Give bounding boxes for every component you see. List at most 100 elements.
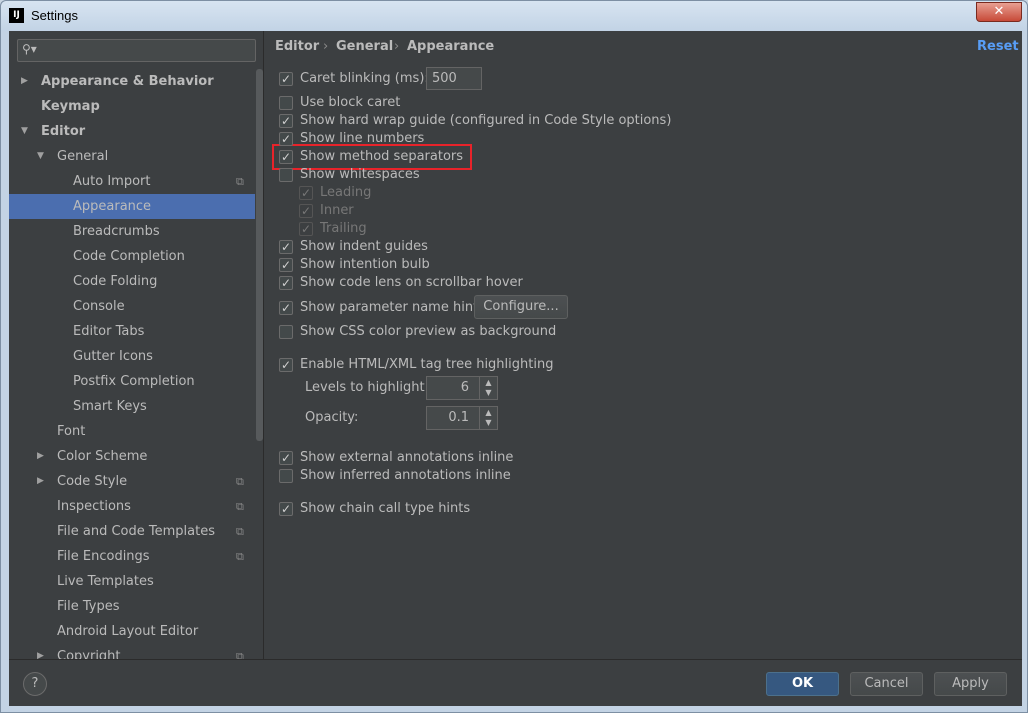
option-label: Show whitespaces (300, 167, 420, 182)
sidebar-item-color-scheme[interactable]: ▶ Color Scheme (9, 444, 255, 469)
checkbox[interactable] (279, 130, 293, 148)
close-button[interactable]: ✕ (976, 2, 1022, 22)
opacity-label: Opacity: (305, 410, 359, 425)
sidebar-item-code-folding[interactable]: Code Folding (9, 269, 255, 294)
option-label: Show code lens on scrollbar hover (300, 275, 523, 290)
option-label: Inner (320, 203, 354, 218)
checkbox[interactable] (279, 256, 293, 274)
collapsed-arrow-icon[interactable]: ▶ (37, 444, 49, 469)
levels-spinner[interactable]: 6 ▲ ▼ (426, 376, 498, 400)
ok-button[interactable]: OK (766, 672, 839, 696)
option-label: Show chain call type hints (300, 501, 471, 516)
checkbox[interactable] (279, 148, 293, 166)
sidebar-item-file-encodings[interactable]: File Encodings ⧉ (9, 544, 255, 569)
checkbox[interactable] (279, 449, 293, 467)
breadcrumb-general[interactable]: General (336, 39, 393, 54)
sidebar-item-label: Code Completion (73, 249, 185, 264)
sidebar-item-label: Postfix Completion (73, 374, 195, 389)
configure-button[interactable]: Configure... (474, 295, 568, 319)
sidebar-item-editor-tabs[interactable]: Editor Tabs (9, 319, 255, 344)
settings-panel: Editor › General › Appearance Reset Care… (265, 31, 1022, 659)
opacity-spinner[interactable]: 0.1 ▲ ▼ (426, 406, 498, 430)
checkbox[interactable] (279, 469, 293, 483)
sidebar-item-label: Code Style (57, 474, 128, 489)
option-label: Show CSS color preview as background (300, 324, 557, 339)
sidebar-item-copyright[interactable]: ▶ Copyright ⧉ (9, 644, 255, 659)
breadcrumb-appearance: Appearance (407, 39, 495, 54)
checkbox[interactable] (279, 96, 293, 110)
sidebar-item-code-completion[interactable]: Code Completion (9, 244, 255, 269)
sidebar-item-appearance-behavior[interactable]: ▶ Appearance & Behavior (9, 69, 255, 94)
sidebar-item-label: Live Templates (57, 574, 154, 589)
sidebar-item-label: Editor (41, 124, 86, 139)
checkbox[interactable] (279, 274, 293, 292)
expanded-arrow-icon[interactable]: ▼ (21, 119, 33, 144)
sidebar-item-label: Font (57, 424, 86, 439)
sidebar-scrollbar[interactable] (256, 69, 263, 441)
caret-blink-ms-field[interactable]: 500 (426, 67, 482, 90)
checkbox[interactable] (279, 112, 293, 130)
option-label: Show external annotations inline (300, 450, 514, 465)
sidebar-item-console[interactable]: Console (9, 294, 255, 319)
checkbox[interactable] (279, 325, 293, 339)
sidebar-item-keymap[interactable]: Keymap (9, 94, 255, 119)
cancel-button[interactable]: Cancel (850, 672, 923, 696)
opacity-value: 0.1 (448, 410, 469, 425)
sidebar-item-smart-keys[interactable]: Smart Keys (9, 394, 255, 419)
spinner-arrows-icon[interactable]: ▲ ▼ (479, 377, 497, 399)
sidebar-item-label: File Types (57, 599, 120, 614)
sidebar-item-code-style[interactable]: ▶ Code Style ⧉ (9, 469, 255, 494)
sidebar-item-file-types[interactable]: File Types (9, 594, 255, 619)
project-scope-icon: ⧉ (236, 525, 244, 538)
checkbox[interactable] (279, 70, 293, 88)
title-bar: IJ Settings ✕ (1, 1, 1027, 31)
sidebar-item-appearance[interactable]: Appearance (9, 194, 255, 219)
help-button[interactable]: ? (23, 672, 47, 696)
sidebar-item-label: Smart Keys (73, 399, 147, 414)
checkbox[interactable] (279, 299, 293, 317)
collapsed-arrow-icon[interactable]: ▶ (37, 644, 49, 659)
sidebar-item-android-layout-editor[interactable]: Android Layout Editor (9, 619, 255, 644)
reset-link[interactable]: Reset (977, 39, 1019, 54)
sidebar-item-live-templates[interactable]: Live Templates (9, 569, 255, 594)
breadcrumb-separator: › (323, 39, 329, 54)
sidebar-item-inspections[interactable]: Inspections ⧉ (9, 494, 255, 519)
sidebar-item-gutter-icons[interactable]: Gutter Icons (9, 344, 255, 369)
sidebar-item-auto-import[interactable]: Auto Import ⧉ (9, 169, 255, 194)
checkbox[interactable] (279, 238, 293, 256)
project-scope-icon: ⧉ (236, 650, 244, 659)
project-scope-icon: ⧉ (236, 550, 244, 563)
breadcrumb-separator: › (394, 39, 400, 54)
collapsed-arrow-icon[interactable]: ▶ (37, 469, 49, 494)
option-label: Use block caret (300, 95, 401, 110)
search-icon: ⚲▾ (22, 42, 37, 56)
apply-button[interactable]: Apply (934, 672, 1007, 696)
breadcrumb-editor[interactable]: Editor (275, 39, 319, 54)
sidebar-item-label: Code Folding (73, 274, 158, 289)
checkbox[interactable] (279, 500, 293, 518)
sidebar-item-label: Editor Tabs (73, 324, 145, 339)
spinner-arrows-icon[interactable]: ▲ ▼ (479, 407, 497, 429)
dialog-footer: ? OK Cancel Apply (9, 659, 1022, 706)
sidebar-item-breadcrumbs[interactable]: Breadcrumbs (9, 219, 255, 244)
sidebar-item-label: Keymap (41, 99, 100, 114)
levels-value: 6 (460, 380, 469, 395)
settings-window: IJ Settings ✕ ⚲▾ ▶ Appearance & Behavior K… (0, 0, 1028, 713)
checkbox[interactable] (279, 356, 293, 374)
sidebar-item-editor[interactable]: ▼ Editor (9, 119, 255, 144)
settings-sidebar: ⚲▾ ▶ Appearance & Behavior Keymap ▼ Editor ▼ G… (9, 31, 264, 659)
option-label: Show hard wrap guide (configured in Code… (300, 113, 672, 128)
expanded-arrow-icon[interactable]: ▼ (37, 144, 49, 169)
sidebar-item-general[interactable]: ▼ General (9, 144, 255, 169)
collapsed-arrow-icon[interactable]: ▶ (21, 69, 33, 94)
sidebar-item-font[interactable]: Font (9, 419, 255, 444)
sidebar-item-label: General (57, 149, 109, 164)
sidebar-item-file-and-code-templates[interactable]: File and Code Templates ⧉ (9, 519, 255, 544)
window-title: Settings (31, 8, 78, 23)
sidebar-item-label: Gutter Icons (73, 349, 153, 364)
search-input[interactable]: ⚲▾ (17, 39, 256, 62)
sidebar-item-label: Color Scheme (57, 449, 148, 464)
checkbox[interactable] (279, 168, 293, 182)
option-label: Show parameter name hints (300, 300, 485, 315)
sidebar-item-postfix-completion[interactable]: Postfix Completion (9, 369, 255, 394)
